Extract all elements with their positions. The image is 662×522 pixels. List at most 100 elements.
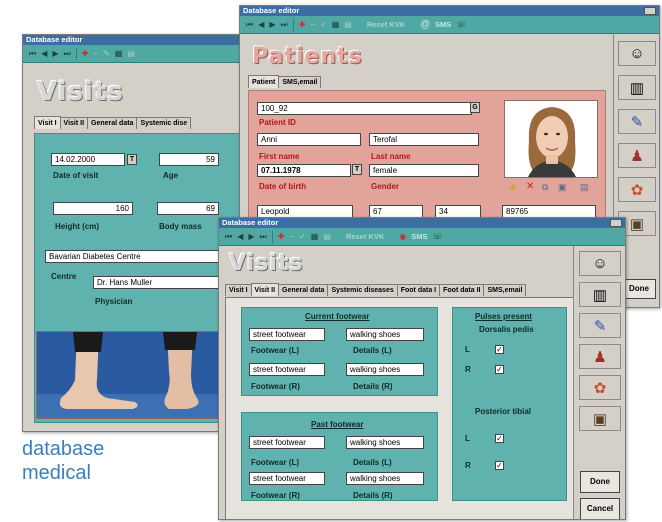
export-icon[interactable]: ▤ — [127, 49, 135, 58]
tab-patient[interactable]: Patient — [248, 75, 280, 88]
gender-field[interactable]: female — [369, 164, 479, 177]
tab-sms-email[interactable]: SMS,email — [483, 284, 527, 296]
tab-sms-email[interactable]: SMS,email — [278, 76, 322, 88]
prev-record-icon[interactable]: ◀ — [41, 49, 47, 58]
book-icon[interactable]: ▥ — [618, 75, 656, 100]
tab-visit-2[interactable]: Visit II — [250, 283, 280, 296]
load-photo-icon[interactable]: ☻ — [508, 182, 517, 192]
done-button[interactable]: Done — [622, 279, 656, 299]
dorsalis-right-checkbox[interactable]: ✓ — [495, 365, 504, 374]
date-of-visit-field[interactable]: 14.02.2000 — [51, 153, 125, 166]
email-icon[interactable]: ◉ — [399, 232, 406, 241]
tab-systemic-diseases[interactable]: Systemic diseases — [327, 284, 398, 296]
tab-foot-data-2[interactable]: Foot data II — [439, 284, 485, 296]
group-icon[interactable]: ✿ — [579, 375, 621, 400]
first-name-field[interactable]: Anni — [257, 133, 361, 146]
tab-visit-1[interactable]: Visit I — [225, 284, 252, 296]
delete-record-icon[interactable]: − — [93, 49, 98, 58]
export-photo-icon[interactable]: ▤ — [580, 182, 589, 193]
tab-visit-1[interactable]: Visit I — [34, 116, 61, 129]
save-icon[interactable]: ▦ — [115, 49, 123, 58]
past-footwear-left-field[interactable]: street footwear — [249, 436, 325, 449]
done-button[interactable]: Done — [580, 471, 620, 493]
sms-button[interactable]: SMS — [411, 232, 427, 241]
body-mass-field[interactable]: 69 — [157, 202, 219, 215]
tab-general-data[interactable]: General data — [278, 284, 329, 296]
current-details-right-field[interactable]: walking shoes — [346, 363, 424, 376]
email-button[interactable]: @ — [420, 19, 430, 30]
phone-icon[interactable]: ☏ — [456, 20, 466, 29]
delete-record-icon[interactable]: − — [289, 232, 294, 241]
feet-icon[interactable]: ♟ — [579, 344, 621, 369]
toolbar-divider — [75, 47, 77, 60]
export-icon[interactable]: ▤ — [344, 20, 352, 29]
pen-icon[interactable]: ✎ — [618, 109, 656, 134]
current-footwear-left-field[interactable]: street footwear — [249, 328, 325, 341]
add-record-icon[interactable]: ✚ — [299, 20, 306, 29]
group-icon[interactable]: ✿ — [618, 177, 656, 202]
tab-general-data[interactable]: General data — [87, 117, 138, 129]
first-record-icon[interactable]: ⏮ — [225, 232, 232, 241]
reset-kvk-button[interactable]: Reset KVK — [346, 232, 384, 241]
cancel-button[interactable]: Cancel — [580, 498, 620, 519]
head-icon[interactable]: ☺ — [579, 251, 621, 276]
edit-icon[interactable]: ✓ — [299, 232, 306, 241]
window-title: Database editor — [243, 6, 300, 15]
first-record-icon[interactable]: ⏮ — [29, 49, 36, 58]
add-record-icon[interactable]: ✚ — [278, 232, 285, 241]
height-field[interactable]: 160 — [53, 202, 133, 215]
copy-photo-icon[interactable]: ⧉ — [542, 182, 548, 193]
last-record-icon[interactable]: ⏭ — [260, 232, 267, 241]
export-icon[interactable]: ▤ — [323, 232, 331, 241]
next-record-icon[interactable]: ▶ — [248, 232, 254, 241]
past-footwear-right-field[interactable]: street footwear — [249, 472, 325, 485]
patient-id-field[interactable]: 100_92 — [257, 102, 472, 115]
gender-label: Gender — [371, 182, 400, 191]
generate-id-button[interactable]: G — [470, 102, 480, 113]
last-name-field[interactable]: Terofal — [369, 133, 479, 146]
last-record-icon[interactable]: ⏭ — [281, 20, 288, 29]
first-record-icon[interactable]: ⏮ — [246, 20, 253, 29]
pen-icon[interactable]: ✎ — [579, 313, 621, 338]
posterior-right-checkbox[interactable]: ✓ — [495, 461, 504, 470]
prev-record-icon[interactable]: ◀ — [237, 232, 243, 241]
delete-record-icon[interactable]: − — [310, 20, 315, 29]
reset-kvk-button[interactable]: Reset KVK — [367, 20, 405, 29]
add-record-icon[interactable]: ✚ — [82, 49, 89, 58]
last-record-icon[interactable]: ⏭ — [64, 49, 71, 58]
visits-sidebar: ☺ ▥ ✎ ♟ ✿ ▣ Done Cancel — [573, 246, 625, 519]
feet-icon[interactable]: ♟ — [618, 143, 656, 168]
tab-foot-data-1[interactable]: Foot data I — [396, 284, 441, 296]
sms-button[interactable]: SMS — [435, 20, 451, 29]
current-details-left-field[interactable]: walking shoes — [346, 328, 424, 341]
save-icon[interactable]: ▦ — [311, 232, 319, 241]
past-details-right-field[interactable]: walking shoes — [346, 472, 424, 485]
date-picker-button[interactable]: T — [127, 154, 137, 165]
tab-visit-2[interactable]: Visit II — [59, 117, 89, 129]
tab-strip: Visit I Visit II General data Systemic d… — [225, 283, 527, 296]
phone-icon[interactable]: ☏ — [433, 232, 443, 241]
tab-systemic-diseases[interactable]: Systemic dise — [136, 117, 192, 129]
past-details-left-field[interactable]: walking shoes — [346, 436, 424, 449]
edit-icon[interactable]: ✓ — [320, 20, 327, 29]
bag-icon[interactable]: ▣ — [579, 406, 621, 431]
prev-record-icon[interactable]: ◀ — [258, 20, 264, 29]
date-picker-button[interactable]: T — [352, 164, 362, 175]
next-record-icon[interactable]: ▶ — [52, 49, 58, 58]
posterior-left-checkbox[interactable]: ✓ — [495, 434, 504, 443]
window-control-button[interactable] — [644, 7, 656, 15]
head-icon[interactable]: ☺ — [618, 41, 656, 66]
delete-photo-icon[interactable]: ✕ — [526, 181, 534, 192]
date-of-birth-field[interactable]: 07.11.1978 — [257, 164, 351, 177]
age-field[interactable]: 59 — [159, 153, 219, 166]
save-icon[interactable]: ▦ — [332, 20, 340, 29]
window-control-button[interactable] — [610, 219, 622, 227]
current-footwear-right-field[interactable]: street footwear — [249, 363, 325, 376]
next-record-icon[interactable]: ▶ — [269, 20, 275, 29]
dorsalis-left-checkbox[interactable]: ✓ — [495, 345, 504, 354]
edit-icon[interactable]: ✎ — [103, 49, 110, 58]
paste-photo-icon[interactable]: ▣ — [558, 182, 567, 193]
pulses-panel — [452, 307, 567, 501]
past-details-right-label: Details (R) — [353, 491, 393, 500]
book-icon[interactable]: ▥ — [579, 282, 621, 307]
